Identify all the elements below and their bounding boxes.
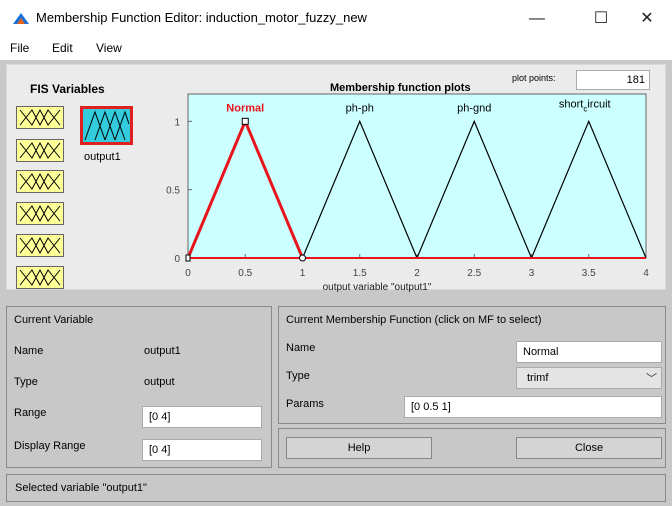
chevron-down-icon: ﹀ <box>646 373 657 385</box>
status-text: Selected variable "output1" <box>15 482 147 494</box>
x-tick-label: 3.5 <box>582 268 596 279</box>
y-tick-label: 1 <box>174 117 180 128</box>
input-variable-2[interactable] <box>16 139 64 162</box>
menu-view[interactable]: View <box>96 41 122 55</box>
x-tick-label: 0 <box>185 268 191 279</box>
x-tick-label: 3 <box>529 268 535 279</box>
y-tick-label: 0.5 <box>166 186 180 197</box>
plot-points-label: plot points: <box>512 73 556 83</box>
x-tick-label: 1.5 <box>353 268 367 279</box>
input-variable-1[interactable] <box>16 106 64 129</box>
range-label: Range <box>14 407 47 419</box>
mf-icon <box>19 236 61 255</box>
mf-icon <box>19 204 61 223</box>
mf-icon <box>84 110 130 141</box>
variable-name-label: Name <box>14 345 44 357</box>
variable-name-value: output1 <box>144 345 181 357</box>
minimize-button[interactable]: — <box>514 4 560 34</box>
x-axis-label: output variable "output1" <box>323 282 432 293</box>
menu-file[interactable]: File <box>10 41 29 55</box>
x-tick-label: 1 <box>300 268 306 279</box>
mf-type-label: Type <box>286 370 310 382</box>
mf-icon <box>19 172 61 191</box>
close-button[interactable]: Close <box>516 437 662 459</box>
current-mf-header: Current Membership Function (click on MF… <box>286 314 542 326</box>
status-bar: Selected variable "output1" <box>6 474 666 502</box>
input-variable-6[interactable] <box>16 266 64 289</box>
close-window-button[interactable]: ✕ <box>624 4 670 34</box>
mf-name-input[interactable]: Normal <box>516 341 662 363</box>
input-variable-3[interactable] <box>16 170 64 193</box>
x-tick-label: 2 <box>414 268 420 279</box>
mf-icon <box>19 141 61 160</box>
display-range-input[interactable]: [0 4] <box>142 439 262 461</box>
x-tick-label: 0.5 <box>238 268 252 279</box>
fis-variables-label: FIS Variables <box>30 82 105 96</box>
range-input[interactable]: [0 4] <box>142 406 262 428</box>
mf-label-ph-gnd: ph-gnd <box>457 102 491 114</box>
mf-params-label: Params <box>286 398 324 410</box>
input-variable-4[interactable] <box>16 202 64 225</box>
variable-type-label: Type <box>14 376 38 388</box>
mf-icon <box>19 108 61 127</box>
input-variable-5[interactable] <box>16 234 64 257</box>
y-tick-label: 0 <box>174 254 180 265</box>
mf-type-select[interactable]: trimf ﹀ <box>516 367 662 389</box>
mf-label-normal: Normal <box>226 102 264 114</box>
matlab-app-icon <box>12 10 30 26</box>
help-button[interactable]: Help <box>286 437 432 459</box>
mf-handle-end <box>299 254 306 262</box>
maximize-button[interactable]: ☐ <box>578 4 624 34</box>
mf-params-input[interactable]: [0 0.5 1] <box>404 396 662 418</box>
mf-name-label: Name <box>286 342 316 354</box>
mf-icon <box>19 268 61 287</box>
x-tick-label: 2.5 <box>467 268 481 279</box>
output-variable-selected[interactable] <box>80 106 133 145</box>
current-variable-header: Current Variable <box>14 314 94 326</box>
mf-handle-peak <box>241 117 249 125</box>
plot-area <box>187 93 647 259</box>
x-tick-label: 4 <box>643 268 649 279</box>
plot-points-input[interactable]: 181 <box>576 70 650 90</box>
variable-type-value: output <box>144 376 175 388</box>
display-range-label: Display Range <box>14 440 86 452</box>
menu-edit[interactable]: Edit <box>52 41 73 55</box>
output-variable-label: output1 <box>84 151 121 163</box>
membership-function-chart[interactable]: 0 0.5 1 1.5 2 2.5 3 3.5 4 0 0.5 1 output variable "o… <box>160 90 660 300</box>
mf-label-ph-ph: ph-ph <box>346 102 374 114</box>
mf-handle-start <box>185 254 191 262</box>
mf-type-value: trimf <box>527 372 549 384</box>
window-title: Membership Function Editor: induction_mo… <box>36 10 367 25</box>
